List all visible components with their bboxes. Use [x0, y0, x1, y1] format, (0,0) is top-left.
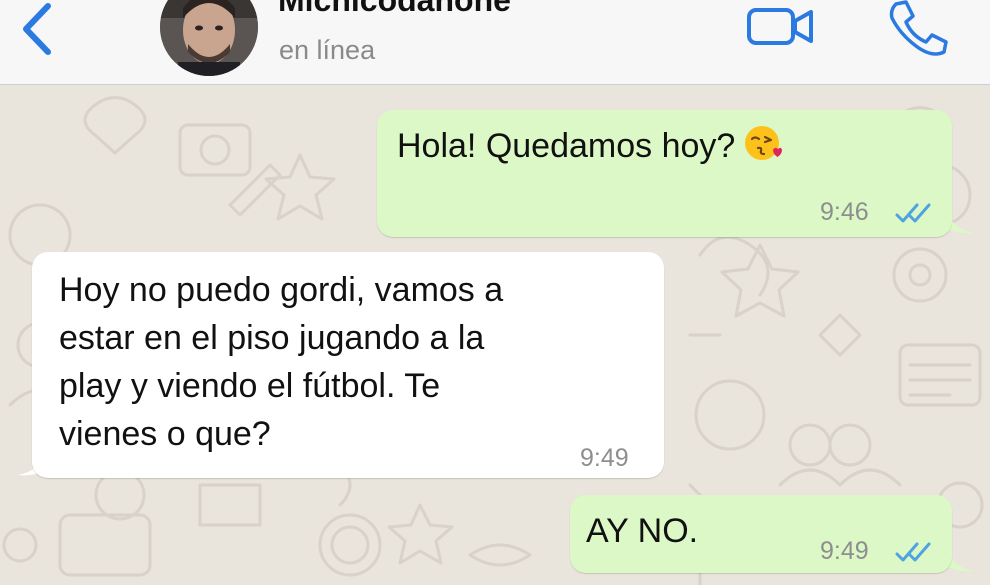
- voice-call-button[interactable]: [886, 0, 950, 56]
- read-ticks-icon: [895, 542, 931, 562]
- message-bubble-outgoing[interactable]: AY NO. 9:49: [570, 495, 952, 573]
- message-line: play y viendo el fútbol. Te: [59, 367, 441, 405]
- message-line: Hoy no puedo gordi, vamos a: [59, 271, 504, 309]
- message-text: Hoy no puedo gordi, vamos a estar en el …: [59, 266, 503, 458]
- read-ticks-icon: [895, 203, 931, 223]
- message-time: 9:46: [820, 198, 869, 226]
- message-bubble-outgoing[interactable]: Hola! Quedamos hoy? 9:46: [377, 110, 952, 237]
- contact-photo: [160, 0, 258, 76]
- chat-area[interactable]: Hola! Quedamos hoy? 9:46 Hoy no puedo go…: [0, 85, 990, 585]
- chevron-left-icon: [23, 3, 51, 55]
- message-text: AY NO.: [586, 512, 699, 550]
- phone-icon: [889, 0, 948, 56]
- message-text-content: Hola! Quedamos hoy?: [397, 127, 736, 165]
- video-call-button[interactable]: [746, 4, 816, 48]
- back-button[interactable]: [18, 0, 58, 58]
- kissing-face-with-heart-emoji: [745, 126, 783, 160]
- message-time: 9:49: [580, 444, 629, 472]
- message-bubble-incoming[interactable]: Hoy no puedo gordi, vamos a estar en el …: [32, 252, 664, 478]
- chat-header: Michicodanone en línea: [0, 0, 990, 85]
- message-text: Hola! Quedamos hoy?: [397, 122, 783, 170]
- contact-status: en línea: [279, 35, 376, 65]
- video-camera-icon: [747, 8, 813, 45]
- avatar[interactable]: [160, 0, 258, 76]
- contact-name[interactable]: Michicodanone: [278, 0, 511, 19]
- message-line: vienes o que?: [59, 415, 271, 453]
- message-time: 9:49: [820, 537, 869, 565]
- message-line: estar en el piso jugando a la: [59, 319, 485, 357]
